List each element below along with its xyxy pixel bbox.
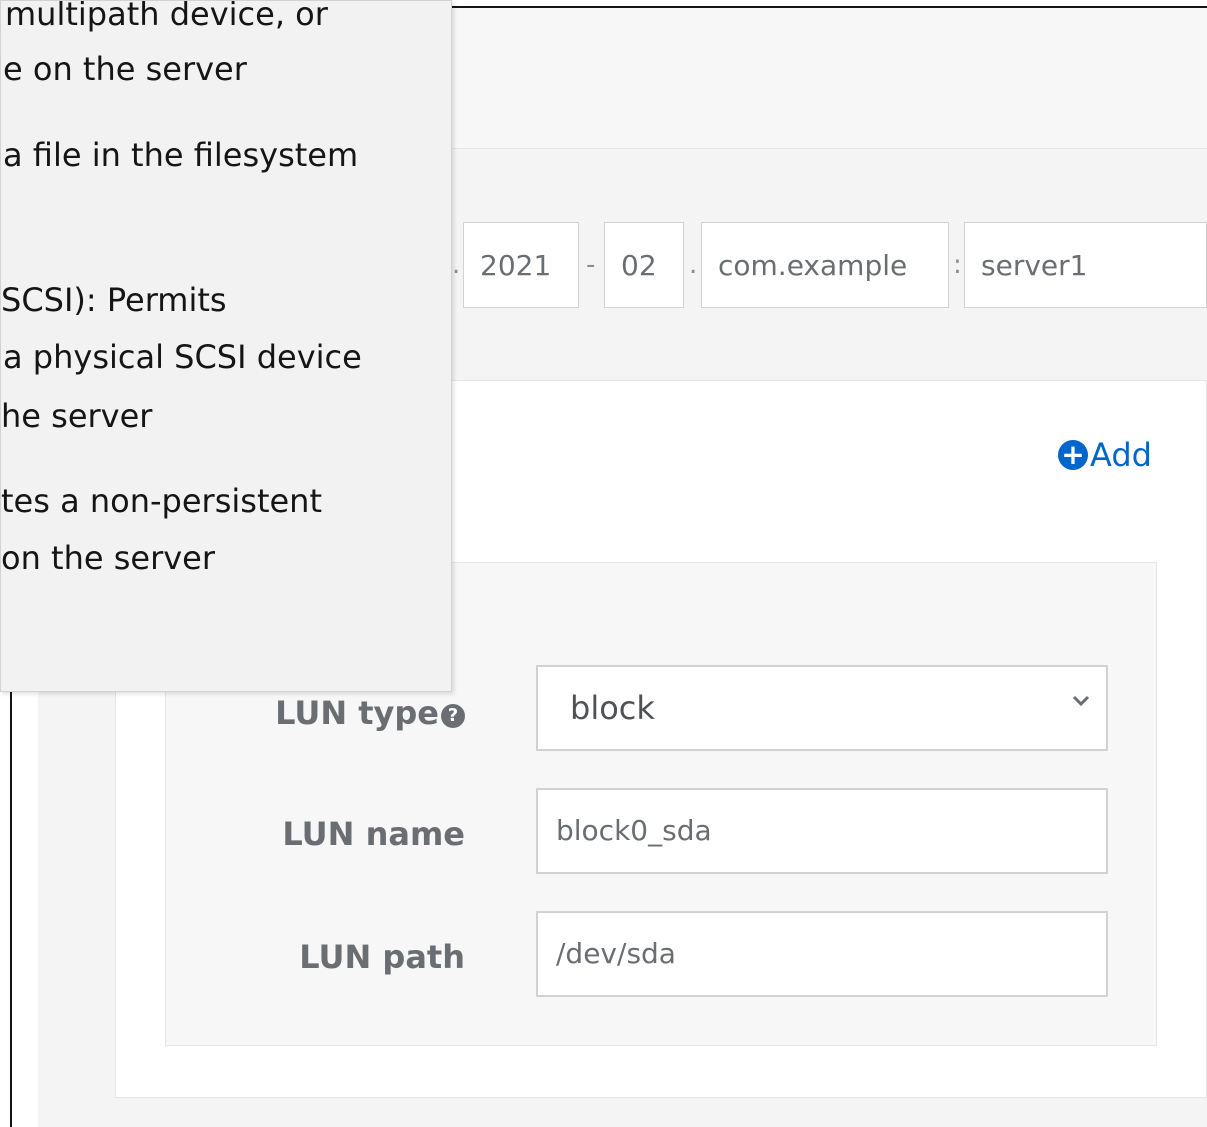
tooltip-line: on the server (1, 539, 216, 577)
tooltip-line: tes a non-persistent (1, 482, 322, 520)
lun-path-label: LUN path (299, 938, 465, 976)
iqn-year-input[interactable]: 2021 (463, 222, 579, 308)
tooltip-line: multipath device, or (5, 0, 328, 33)
lun-type-select[interactable]: block (536, 665, 1108, 751)
tooltip-line: e on the server (3, 50, 247, 88)
lun-type-label-text: LUN type (275, 694, 439, 732)
chevron-down-icon (1072, 695, 1090, 707)
iqn-separator-dot: . (452, 250, 461, 280)
plus-circle-icon: + (1058, 440, 1088, 470)
iqn-separator-dash: - (586, 250, 596, 280)
lun-name-label: LUN name (282, 815, 465, 853)
add-lun-button[interactable]: + Add (1058, 436, 1152, 474)
add-lun-label: Add (1090, 436, 1152, 474)
tooltip-line: a physical SCSI device (3, 338, 362, 376)
tooltip-line: a file in the filesystem (3, 136, 359, 174)
iqn-month-input[interactable]: 02 (604, 222, 684, 308)
tooltip-line: he server (1, 397, 153, 435)
lun-name-input[interactable]: block0_sda (536, 788, 1108, 874)
iqn-separator-colon: : (953, 250, 962, 280)
lun-type-help-tooltip: multipath device, or e on the server a f… (0, 0, 452, 692)
tooltip-line: SCSI): Permits (1, 281, 227, 319)
iqn-domain-input[interactable]: com.example (701, 222, 949, 308)
help-icon[interactable]: ? (441, 704, 465, 728)
lun-type-value: block (570, 689, 655, 727)
iqn-name-input[interactable]: server1 (964, 222, 1207, 308)
iqn-separator-dot-2: . (689, 250, 698, 280)
lun-type-label: LUN type? (165, 694, 465, 732)
lun-path-input[interactable]: /dev/sda (536, 911, 1108, 997)
